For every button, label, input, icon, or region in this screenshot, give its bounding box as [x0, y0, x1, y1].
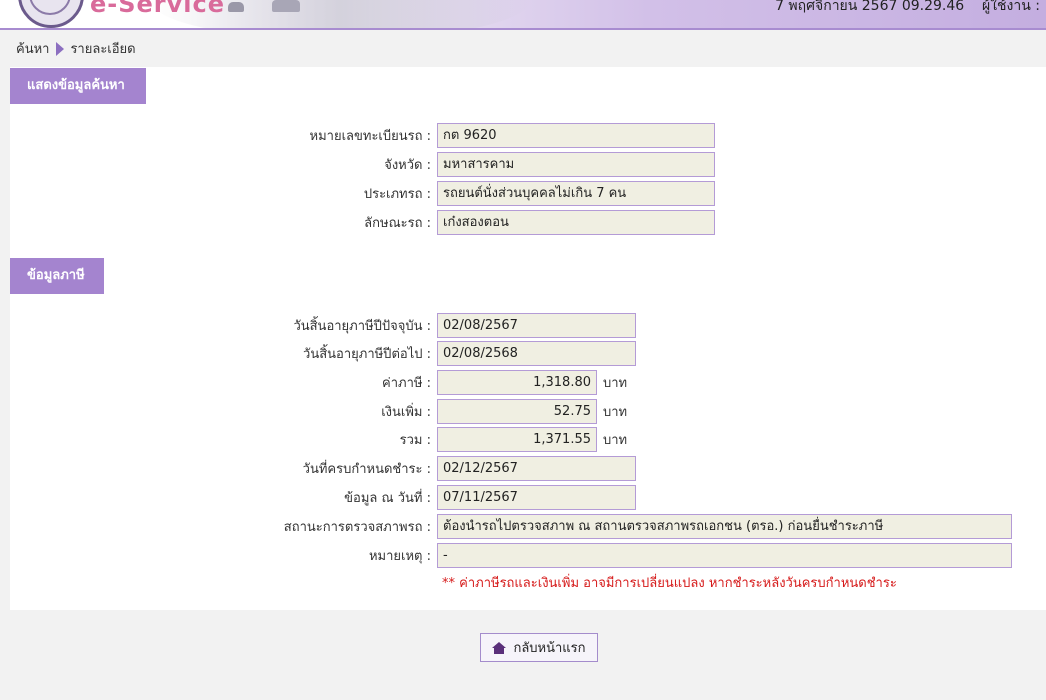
- tax-section-title: ข้อมูลภาษี: [10, 258, 104, 294]
- header-info: 7 พฤศจิกายน 2567 09.29.46 ผู้ใช้งาน :: [775, 0, 1040, 17]
- field-row-due-date: วันที่ครบกำหนดชำระ : 02/12/2567: [210, 456, 636, 481]
- remark-field: -: [437, 543, 1012, 568]
- breadcrumb: ค้นหา รายละเอียด: [16, 38, 136, 59]
- total-label: รวม :: [399, 433, 431, 448]
- truck-icon: [272, 0, 300, 12]
- tax-change-note: ** ค่าภาษีรถและเงินเพิ่ม อาจมีการเปลี่ยน…: [442, 576, 897, 591]
- current-expiry-label: วันสิ้นอายุภาษีปีปัจจุบัน :: [293, 319, 431, 334]
- field-row-inspection-status: สถานะการตรวจสภาพรถ : ต้องนำรถไปตรวจสภาพ …: [210, 514, 1012, 539]
- due-date-label: วันที่ครบกำหนดชำระ :: [302, 462, 431, 477]
- field-row-current-expiry: วันสิ้นอายุภาษีปีปัจจุบัน : 02/08/2567: [210, 313, 636, 338]
- inspection-status-field: ต้องนำรถไปตรวจสภาพ ณ สถานตรวจสภาพรถเอกชน…: [437, 514, 1012, 539]
- breadcrumb-search-link[interactable]: ค้นหา: [16, 38, 49, 59]
- field-row-next-expiry: วันสิ้นอายุภาษีปีต่อไป : 02/08/2568: [210, 341, 636, 366]
- current-expiry-field: 02/08/2567: [437, 313, 636, 338]
- data-as-of-field: 07/11/2567: [437, 485, 636, 510]
- field-row-total: รวม : 1,371.55 บาท: [210, 427, 627, 452]
- header-banner: e-Service 7 พฤศจิกายน 2567 09.29.46 ผู้ใ…: [0, 0, 1046, 30]
- field-row-plate: หมายเลขทะเบียนรถ : กต 9620: [260, 123, 715, 148]
- department-logo: [18, 0, 84, 28]
- due-date-field: 02/12/2567: [437, 456, 636, 481]
- inspection-status-label: สถานะการตรวจสภาพรถ :: [283, 520, 431, 535]
- vehicle-style-field: เก๋งสองตอน: [437, 210, 715, 235]
- surcharge-label: เงินเพิ่ม :: [381, 405, 431, 420]
- province-field: มหาสารคาม: [437, 152, 715, 177]
- field-row-tax: ค่าภาษี : 1,318.80 บาท: [210, 370, 627, 395]
- plate-label: หมายเลขทะเบียนรถ :: [309, 129, 431, 144]
- surcharge-unit: บาท: [603, 405, 628, 420]
- surcharge-field: 52.75: [437, 399, 597, 424]
- next-expiry-field: 02/08/2568: [437, 341, 636, 366]
- detail-panel: แสดงข้อมูลค้นหา หมายเลขทะเบียนรถ : กต 96…: [10, 67, 1046, 610]
- tax-label: ค่าภาษี :: [382, 376, 431, 391]
- field-row-province: จังหวัด : มหาสารคาม: [260, 152, 715, 177]
- vehicle-type-label: ประเภทรถ :: [363, 187, 431, 202]
- home-icon: [492, 641, 507, 654]
- remark-label: หมายเหตุ :: [368, 549, 431, 564]
- breadcrumb-current: รายละเอียด: [70, 42, 136, 57]
- brand-title: e-Service: [90, 0, 226, 18]
- plate-field: กต 9620: [437, 123, 715, 148]
- province-label: จังหวัด :: [384, 158, 431, 173]
- data-as-of-label: ข้อมูล ณ วันที่ :: [344, 491, 431, 506]
- back-to-home-label: กลับหน้าแรก: [513, 641, 586, 656]
- total-unit: บาท: [603, 433, 628, 448]
- back-to-home-button[interactable]: กลับหน้าแรก: [480, 633, 598, 662]
- vehicle-section-title: แสดงข้อมูลค้นหา: [10, 68, 146, 104]
- vehicle-style-label: ลักษณะรถ :: [364, 216, 431, 231]
- field-row-vehicle-style: ลักษณะรถ : เก๋งสองตอน: [260, 210, 715, 235]
- header-datetime: 7 พฤศจิกายน 2567 09.29.46: [775, 0, 965, 14]
- total-field: 1,371.55: [437, 427, 597, 452]
- header-user-label: ผู้ใช้งาน :: [982, 0, 1040, 14]
- field-row-remark: หมายเหตุ : -: [210, 543, 1012, 568]
- next-expiry-label: วันสิ้นอายุภาษีปีต่อไป :: [303, 347, 431, 362]
- field-row-surcharge: เงินเพิ่ม : 52.75 บาท: [210, 399, 627, 424]
- tax-unit: บาท: [603, 376, 628, 391]
- vehicle-type-field: รถยนต์นั่งส่วนบุคคลไม่เกิน 7 คน: [437, 181, 715, 206]
- tax-field: 1,318.80: [437, 370, 597, 395]
- field-row-vehicle-type: ประเภทรถ : รถยนต์นั่งส่วนบุคคลไม่เกิน 7 …: [260, 181, 715, 206]
- breadcrumb-arrow-icon: [56, 41, 65, 56]
- car-icon: [228, 2, 244, 12]
- field-row-data-as-of: ข้อมูล ณ วันที่ : 07/11/2567: [210, 485, 636, 510]
